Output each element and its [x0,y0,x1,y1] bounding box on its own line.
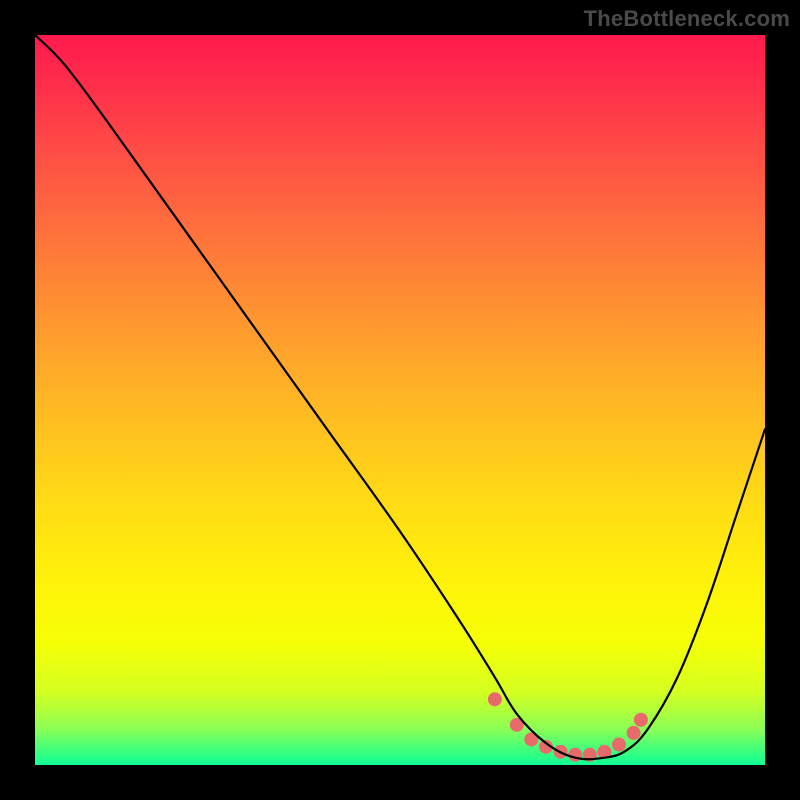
curve-layer [35,35,765,765]
optimal-marker [634,713,648,727]
watermark-text: TheBottleneck.com [584,6,790,32]
chart-container: TheBottleneck.com [0,0,800,800]
optimal-marker [612,738,626,752]
optimal-marker [627,726,641,740]
plot-area [35,35,765,765]
optimal-marker [488,692,502,706]
bottleneck-curve [35,35,765,759]
